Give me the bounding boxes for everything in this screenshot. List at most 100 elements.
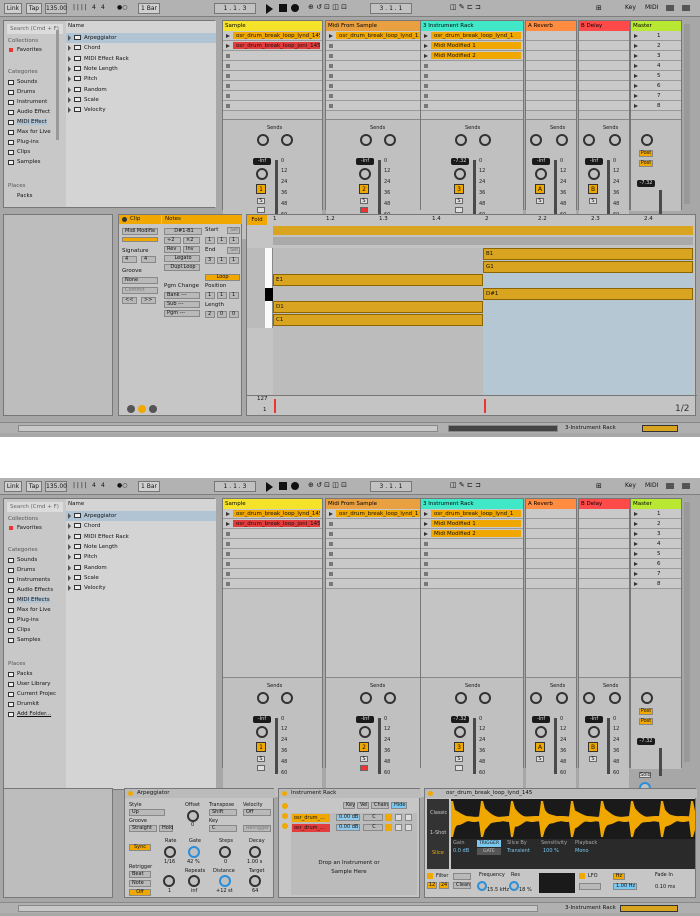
scene-slot[interactable]: 7 — [631, 91, 681, 101]
trigger-button[interactable]: TRIGGER — [477, 840, 501, 847]
clip[interactable]: osr_drum_break_loop_lynd_1 — [336, 510, 423, 517]
clip-slot[interactable] — [326, 91, 425, 101]
clip-slot[interactable] — [223, 71, 322, 81]
clip[interactable]: osr_drum_break_loop_lynd_1 — [431, 510, 521, 517]
slope-24[interactable]: 24 — [439, 882, 449, 889]
link-button[interactable]: Link — [4, 481, 22, 492]
category-item[interactable]: Samples — [17, 637, 41, 643]
return-title[interactable]: B Delay — [579, 21, 629, 31]
slot-stop-icon[interactable] — [424, 64, 428, 68]
duplicate-loop-button[interactable]: Dupl.Loop — [164, 264, 200, 271]
clip-slot[interactable] — [579, 91, 629, 101]
category-item[interactable]: Drums — [17, 567, 35, 573]
solo-button[interactable]: S — [257, 756, 265, 762]
clip-launch-icon[interactable] — [424, 532, 428, 536]
clip-launch-icon[interactable] — [329, 34, 333, 38]
clip-slot[interactable] — [421, 81, 523, 91]
arm-button[interactable] — [360, 765, 368, 771]
key-select[interactable]: C — [209, 825, 237, 832]
signature-den[interactable]: 4 — [141, 256, 156, 263]
session-tools-icons[interactable]: ⊕ ↺ ⊡ ◫ ⊡ — [308, 4, 347, 11]
clip-slot[interactable] — [579, 569, 629, 579]
scene-launch-icon[interactable] — [634, 44, 638, 48]
send-b-knob[interactable] — [384, 134, 396, 146]
scene-slot[interactable]: 6 — [631, 81, 681, 91]
slot-stop-icon[interactable] — [329, 54, 333, 58]
chain-row-1[interactable]: osr_drum_... — [292, 814, 330, 822]
clip-slot[interactable] — [326, 559, 425, 569]
scene-launch-icon[interactable] — [634, 512, 638, 516]
clip-slot[interactable] — [526, 579, 576, 589]
pan-knob[interactable] — [454, 726, 466, 738]
clip-slot[interactable] — [579, 539, 629, 549]
pan-knob[interactable] — [256, 168, 268, 180]
clip-slot[interactable] — [421, 101, 523, 111]
target-knob[interactable] — [249, 875, 261, 887]
scene-launch-icon[interactable] — [634, 582, 638, 586]
clip-slot[interactable] — [579, 529, 629, 539]
clip[interactable]: Midi Modified 2 — [431, 52, 521, 59]
category-item[interactable]: Plug-ins — [17, 617, 39, 623]
clip-slot[interactable] — [526, 61, 576, 71]
send-a-knob[interactable] — [583, 692, 595, 704]
halve-button[interactable]: ÷2 — [164, 237, 181, 244]
expand-arrow-icon[interactable] — [68, 523, 71, 530]
sig-den[interactable]: 4 — [101, 5, 105, 11]
envelopes-icon[interactable] — [127, 405, 135, 413]
clip-slot[interactable] — [579, 509, 629, 519]
scene-slot[interactable]: 3 — [631, 51, 681, 61]
vel-retrigger-button[interactable]: Retrigger — [243, 825, 271, 832]
loop-tools-icons[interactable]: ◫ ✎ ⊏ ⊐ — [450, 482, 481, 489]
notes-box-icon[interactable] — [138, 405, 146, 413]
volume-field[interactable]: -Inf — [253, 158, 271, 165]
volume-field[interactable]: -Inf — [532, 716, 550, 723]
send-a-knob[interactable] — [360, 692, 372, 704]
send-b-knob[interactable] — [281, 134, 293, 146]
scene-launch-icon[interactable] — [634, 542, 638, 546]
arm-button[interactable] — [257, 207, 265, 213]
arm-button[interactable] — [360, 207, 368, 213]
expand-arrow-icon[interactable] — [68, 76, 71, 83]
solo-button[interactable]: S — [589, 198, 597, 204]
scene-slot[interactable]: 2 — [631, 41, 681, 51]
distance-knob[interactable] — [219, 875, 231, 887]
gate-knob[interactable] — [188, 846, 200, 858]
one-shot-mode[interactable]: 1-Shot — [430, 831, 446, 836]
solo-button[interactable]: S — [360, 198, 368, 204]
clip-slot[interactable] — [579, 31, 629, 41]
repeats-knob[interactable] — [188, 875, 200, 887]
retrigger-beat[interactable]: Beat — [129, 871, 151, 878]
slot-stop-icon[interactable] — [329, 532, 333, 536]
solo-button[interactable]: S — [536, 756, 544, 762]
place-item[interactable]: User Library — [17, 681, 51, 687]
clip[interactable]: osr_drum_break_loop_lynd_145 — [233, 510, 320, 517]
offset-knob[interactable] — [187, 810, 199, 822]
scene-launch-icon[interactable] — [634, 552, 638, 556]
midi-map-button[interactable]: MIDI — [645, 483, 658, 489]
category-item[interactable]: Samples — [17, 159, 41, 165]
chain-1-speaker-icon[interactable] — [385, 814, 392, 821]
slot-stop-icon[interactable] — [226, 104, 230, 108]
device-chain-overview[interactable] — [620, 905, 678, 912]
waveform-display[interactable] — [451, 799, 695, 839]
note-g1[interactable]: G1 — [483, 261, 693, 273]
clip[interactable]: osr_drum_break_loop_lynd_145 — [233, 32, 320, 39]
send-b-knob[interactable] — [609, 692, 621, 704]
volume-field[interactable]: -Inf — [356, 716, 374, 723]
scene-slot[interactable]: 2 — [631, 519, 681, 529]
volume-field[interactable]: -Inf — [356, 158, 374, 165]
arm-button[interactable] — [455, 765, 463, 771]
expand-arrow-icon[interactable] — [68, 96, 71, 103]
browser-name-item[interactable]: Velocity — [66, 105, 216, 115]
track-activator[interactable]: B — [588, 184, 598, 194]
clip-launch-icon[interactable] — [424, 512, 428, 516]
macro-toggle-icon[interactable] — [282, 803, 288, 809]
transpose-select[interactable]: Shift — [209, 809, 237, 816]
program-select[interactable]: Pgm --- — [164, 310, 200, 317]
position-sixteenth[interactable]: 1 — [229, 292, 239, 299]
loop-position[interactable]: 3 . 1 . 1 — [370, 481, 412, 492]
tap-button[interactable]: Tap — [26, 481, 42, 492]
clip-slot[interactable] — [526, 51, 576, 61]
clip[interactable]: Midi Modified 2 — [431, 530, 521, 537]
scene-slot[interactable]: 3 — [631, 529, 681, 539]
